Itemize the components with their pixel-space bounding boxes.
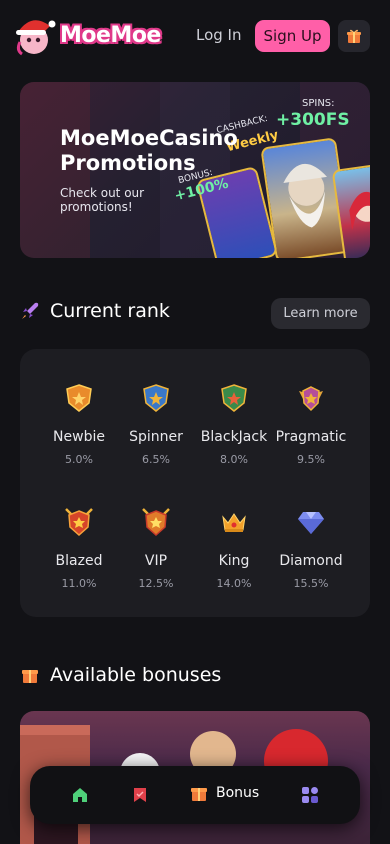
rank-vip[interactable]: VIP 12.5% bbox=[113, 507, 199, 590]
current-rank-heading: Current rank bbox=[20, 300, 170, 322]
rank-name: Diamond bbox=[279, 553, 343, 569]
rank-card: Newbie 5.0% Spinner 6.5% BlackJack 8.0% … bbox=[20, 349, 370, 617]
crossed-swords-badge-icon bbox=[142, 508, 170, 537]
current-rank-title: Current rank bbox=[50, 300, 170, 322]
winged-badge-icon bbox=[299, 386, 323, 412]
grid-menu-icon bbox=[302, 787, 318, 803]
available-bonuses-title: Available bonuses bbox=[50, 664, 222, 686]
nav-bonus[interactable]: Bonus bbox=[190, 784, 259, 802]
rank-newbie[interactable]: Newbie 5.0% bbox=[36, 383, 122, 466]
gift-button[interactable] bbox=[338, 20, 370, 52]
rank-name: King bbox=[218, 553, 250, 569]
rank-percent: 5.0% bbox=[65, 453, 93, 466]
top-bar: MoeMoe Log In Sign Up bbox=[0, 0, 390, 72]
crossed-swords-badge-icon bbox=[65, 508, 93, 537]
crown-icon bbox=[222, 513, 246, 532]
signup-button[interactable]: Sign Up bbox=[255, 20, 330, 52]
rank-name: Spinner bbox=[129, 429, 183, 445]
rank-name: BlackJack bbox=[200, 429, 268, 445]
nav-bookmarks[interactable] bbox=[125, 780, 155, 810]
promotions-banner[interactable]: SPINS: +300FS CASHBACK: Weekly BONUS: +1… bbox=[20, 82, 370, 258]
spins-label: SPINS: bbox=[302, 98, 335, 109]
rank-king[interactable]: King 14.0% bbox=[191, 507, 277, 590]
home-icon bbox=[73, 788, 87, 802]
logo-text: MoeMoe bbox=[60, 22, 161, 48]
logo[interactable]: MoeMoe bbox=[10, 12, 161, 58]
available-bonuses-heading: Available bonuses bbox=[20, 664, 221, 686]
learn-more-button[interactable]: Learn more bbox=[271, 298, 370, 329]
rank-percent: 9.5% bbox=[297, 453, 325, 466]
rocket-icon bbox=[22, 302, 39, 319]
nav-menu[interactable] bbox=[295, 780, 325, 810]
login-link[interactable]: Log In bbox=[196, 26, 242, 44]
rank-percent: 12.5% bbox=[138, 577, 174, 590]
gift-icon bbox=[191, 788, 207, 801]
rank-percent: 6.5% bbox=[142, 453, 170, 466]
rank-diamond[interactable]: Diamond 15.5% bbox=[268, 507, 354, 590]
gift-icon bbox=[22, 670, 38, 683]
nav-bonus-label: Bonus bbox=[216, 785, 260, 801]
shield-badge-icon bbox=[221, 384, 247, 412]
diamond-icon bbox=[298, 512, 324, 534]
bookmark-icon bbox=[134, 788, 146, 802]
rank-percent: 15.5% bbox=[293, 577, 329, 590]
rank-spinner[interactable]: Spinner 6.5% bbox=[113, 383, 199, 466]
rank-name: Blazed bbox=[55, 553, 103, 569]
rank-percent: 11.0% bbox=[61, 577, 97, 590]
promo-title: MoeMoeCasino Promotions bbox=[60, 126, 238, 175]
rank-name: VIP bbox=[144, 553, 168, 569]
bottom-navigation: Bonus bbox=[30, 766, 360, 824]
rank-percent: 8.0% bbox=[220, 453, 248, 466]
shield-badge-icon bbox=[66, 384, 92, 412]
nav-home[interactable] bbox=[65, 780, 95, 810]
rank-name: Pragmatic bbox=[275, 429, 347, 445]
mascot-icon bbox=[16, 20, 56, 56]
promo-subtitle: Check out our promotions! bbox=[60, 186, 145, 214]
rank-percent: 14.0% bbox=[216, 577, 252, 590]
rank-blackjack[interactable]: BlackJack 8.0% bbox=[191, 383, 277, 466]
rank-pragmatic[interactable]: Pragmatic 9.5% bbox=[268, 383, 354, 466]
gift-icon bbox=[347, 29, 361, 43]
rank-blazed[interactable]: Blazed 11.0% bbox=[36, 507, 122, 590]
spins-value: +300FS bbox=[276, 110, 350, 130]
rank-name: Newbie bbox=[53, 429, 105, 445]
shield-badge-icon bbox=[143, 384, 169, 412]
